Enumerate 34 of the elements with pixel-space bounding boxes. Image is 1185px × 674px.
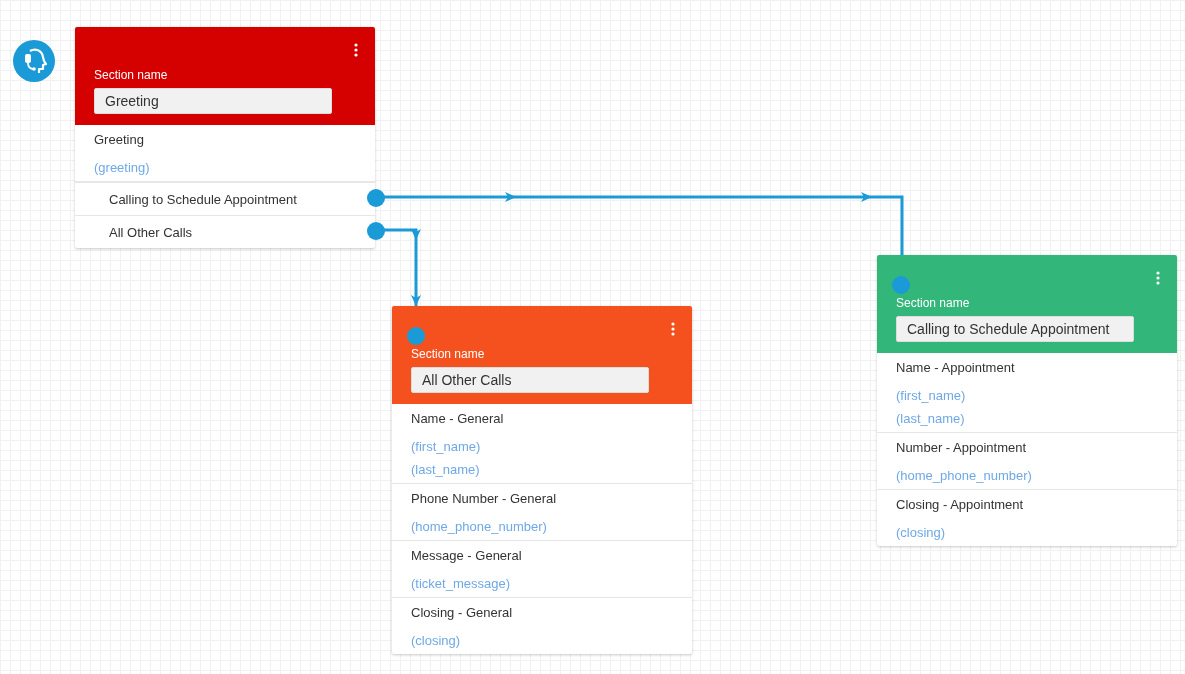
variable-text: (home_phone_number) [411,518,548,536]
output-port[interactable] [367,222,385,240]
variable-text: (closing) [411,632,462,650]
variable-text: (ticket_message) [411,575,511,593]
more-menu-icon[interactable] [352,43,360,57]
prompt-title: Phone Number - General [411,490,558,508]
section-name-field[interactable]: Greeting [94,88,332,114]
prompt-title: Number - Appointment [896,439,1028,457]
branch-option[interactable]: Calling to Schedule Appointment [109,191,297,207]
variable-text: (last_name) [411,461,481,479]
variable-text: (last_name) [896,410,966,428]
input-port[interactable] [407,327,425,345]
field-label: Section name [896,295,971,311]
section-name-field[interactable]: Calling to Schedule Appointment [896,316,1134,342]
input-port[interactable] [892,276,910,294]
prompt-title: Name - General [411,410,505,428]
branch-option[interactable]: All Other Calls [109,224,193,240]
more-menu-icon[interactable] [669,322,677,336]
variable-text: (closing) [896,524,947,542]
headset-agent-icon[interactable] [13,40,55,82]
output-port[interactable] [367,189,385,207]
field-label: Section name [411,346,486,362]
variable-text: (first_name) [896,387,967,405]
prompt-title: Closing - General [411,604,514,622]
prompt-title: Closing - Appointment [896,496,1025,514]
prompt-title: Name - Appointment [896,359,1016,377]
more-menu-icon[interactable] [1154,271,1162,285]
variable-text: (greeting) [94,159,151,177]
variable-text: (home_phone_number) [896,467,1033,485]
variable-text: (first_name) [411,438,482,456]
prompt-title: Greeting [94,131,145,149]
prompt-title: Message - General [411,547,523,565]
field-label: Section name [94,67,169,83]
section-name-field[interactable]: All Other Calls [411,367,649,393]
